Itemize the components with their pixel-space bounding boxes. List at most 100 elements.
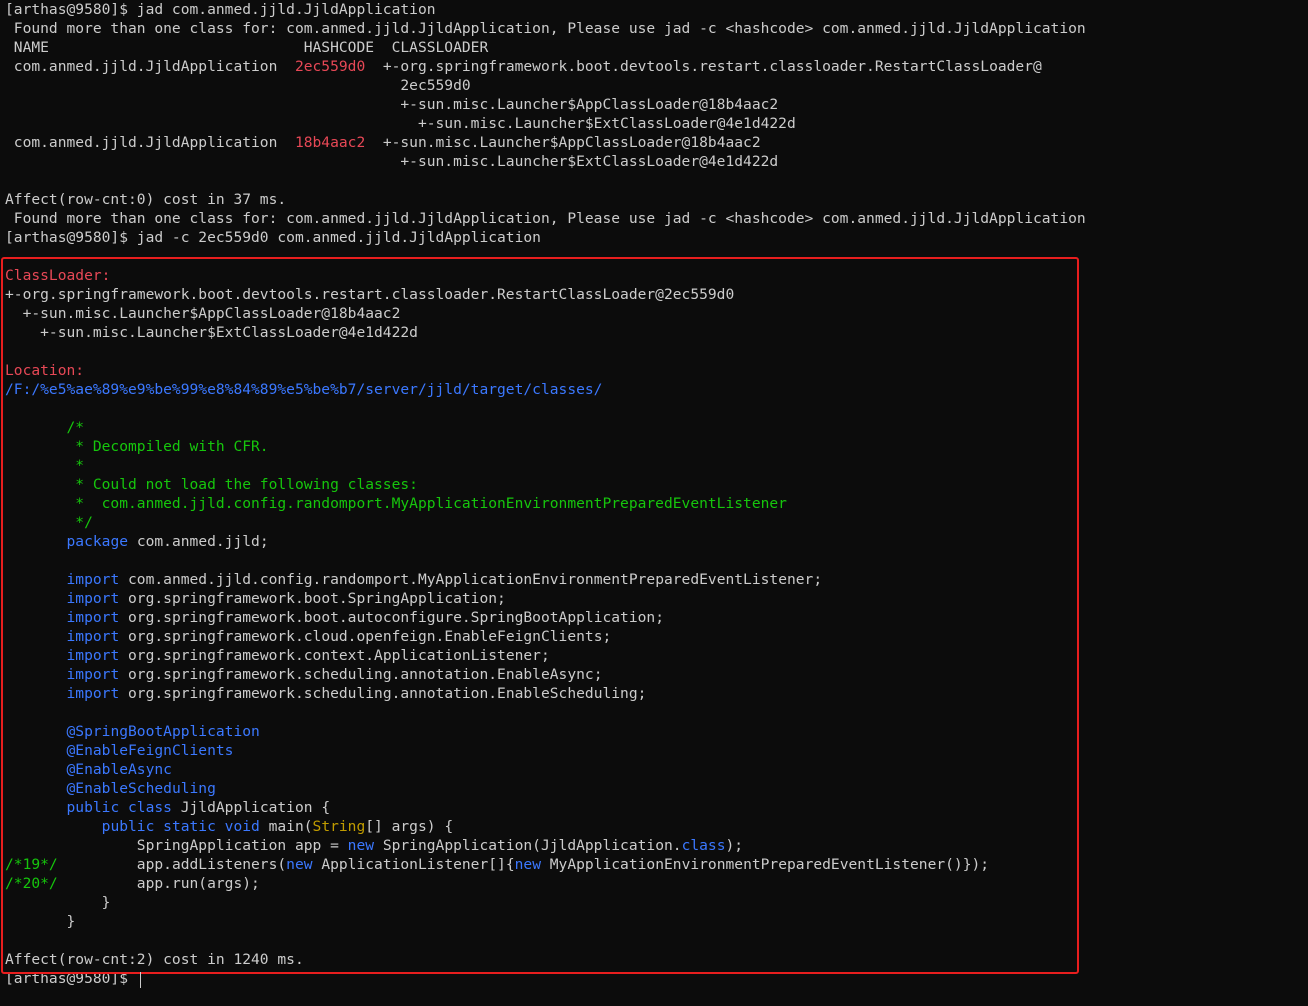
- terminal-text-segment: [arthas@9580]$ jad com.anmed.jjld.JjldAp…: [5, 1, 436, 18]
- terminal-line: Found more than one class for: com.anmed…: [5, 209, 1086, 228]
- terminal-text-segment: import: [66, 590, 120, 607]
- terminal-text-segment: main(: [259, 818, 313, 835]
- terminal-line: @EnableFeignClients: [5, 741, 234, 760]
- terminal-line: */: [5, 513, 93, 532]
- terminal-text-segment: org.springframework.boot.SpringApplicati…: [119, 590, 506, 607]
- terminal-text-segment: com.anmed.jjld.JjldApplication: [5, 58, 295, 75]
- terminal-line: Found more than one class for: com.anmed…: [5, 19, 1086, 38]
- terminal-text-segment: String: [312, 818, 366, 835]
- terminal-line: +-org.springframework.boot.devtools.rest…: [5, 285, 734, 304]
- terminal-line: com.anmed.jjld.JjldApplication 18b4aac2 …: [5, 133, 761, 152]
- terminal-line: @EnableAsync: [5, 760, 172, 779]
- terminal-window[interactable]: [arthas@9580]$ jad com.anmed.jjld.JjldAp…: [0, 0, 1308, 1006]
- terminal-line: com.anmed.jjld.JjldApplication 2ec559d0 …: [5, 57, 1042, 76]
- terminal-line: NAME HASHCODE CLASSLOADER: [5, 38, 488, 57]
- terminal-text-segment: class: [681, 837, 726, 854]
- terminal-text-segment: @SpringBootApplication: [66, 723, 260, 740]
- terminal-text-segment: /*: [5, 419, 85, 436]
- terminal-text-segment: org.springframework.cloud.openfeign.Enab…: [119, 628, 612, 645]
- terminal-line: import org.springframework.boot.autoconf…: [5, 608, 664, 627]
- terminal-line: +-sun.misc.Launcher$AppClassLoader@18b4a…: [5, 95, 778, 114]
- terminal-line: Affect(row-cnt:0) cost in 37 ms.: [5, 190, 286, 209]
- terminal-line: }: [5, 912, 76, 931]
- terminal-line: *: [5, 456, 84, 475]
- terminal-text-segment: +-sun.misc.Launcher$AppClassLoader@18b4a…: [5, 305, 401, 322]
- terminal-line: /*19*/ app.addListeners(new ApplicationL…: [5, 855, 989, 874]
- terminal-text-segment: new: [347, 837, 375, 854]
- terminal-text-segment: 2ec559d0: [5, 77, 471, 94]
- terminal-line: +-sun.misc.Launcher$ExtClassLoader@4e1d4…: [5, 114, 796, 133]
- terminal-text-segment: JjldApplication {: [171, 799, 331, 816]
- terminal-text-segment: }: [5, 894, 111, 911]
- terminal-text-segment: import: [66, 609, 120, 626]
- terminal-text-segment: Found more than one class for: com.anmed…: [5, 20, 1086, 37]
- terminal-text-segment: import: [66, 628, 120, 645]
- terminal-text-segment: import: [66, 666, 120, 683]
- text-cursor: [140, 972, 141, 988]
- terminal-text-segment: * com.anmed.jjld.config.randomport.MyApp…: [5, 495, 787, 512]
- terminal-line: [arthas@9580]$: [5, 969, 137, 988]
- terminal-text-segment: * Decompiled with CFR.: [5, 438, 269, 455]
- terminal-text-segment: *: [5, 457, 85, 474]
- terminal-line: * Decompiled with CFR.: [5, 437, 269, 456]
- terminal-text-segment: +-sun.misc.Launcher$ExtClassLoader@4e1d4…: [5, 153, 779, 170]
- terminal-line: 2ec559d0: [5, 76, 471, 95]
- terminal-text-segment: }: [5, 913, 76, 930]
- terminal-text-segment: org.springframework.boot.autoconfigure.S…: [119, 609, 664, 626]
- terminal-text-segment: Affect(row-cnt:0) cost in 37 ms.: [5, 191, 287, 208]
- terminal-line: @EnableScheduling: [5, 779, 216, 798]
- terminal-text-segment: /*19*/: [5, 856, 58, 873]
- terminal-line: * com.anmed.jjld.config.randomport.MyApp…: [5, 494, 787, 513]
- terminal-text-segment: app.run(args);: [57, 875, 260, 892]
- terminal-text-segment: import: [66, 685, 120, 702]
- terminal-text-segment: MyApplicationEnvironmentPreparedEventLis…: [540, 856, 990, 873]
- terminal-text-segment: org.springframework.scheduling.annotatio…: [119, 666, 603, 683]
- terminal-line: import org.springframework.context.Appli…: [5, 646, 550, 665]
- terminal-text-segment: com.anmed.jjld.config.randomport.MyAppli…: [119, 571, 823, 588]
- terminal-text-segment: public class: [66, 799, 172, 816]
- terminal-text-segment: Found more than one class for: com.anmed…: [5, 210, 1086, 227]
- terminal-text-segment: [arthas@9580]$: [5, 970, 137, 987]
- terminal-text-segment: org.springframework.context.ApplicationL…: [119, 647, 550, 664]
- terminal-line: +-sun.misc.Launcher$AppClassLoader@18b4a…: [5, 304, 401, 323]
- terminal-line: import org.springframework.scheduling.an…: [5, 665, 603, 684]
- terminal-line: Affect(row-cnt:2) cost in 1240 ms.: [5, 950, 304, 969]
- terminal-text-segment: app.addListeners(: [57, 856, 287, 873]
- terminal-text-segment: [] args) {: [365, 818, 454, 835]
- terminal-line: [arthas@9580]$ jad com.anmed.jjld.JjldAp…: [5, 0, 436, 19]
- terminal-text-segment: @EnableScheduling: [66, 780, 216, 797]
- terminal-text-segment: +-sun.misc.Launcher$ExtClassLoader@4e1d4…: [5, 115, 796, 132]
- terminal-text-segment: +-org.springframework.boot.devtools.rest…: [5, 286, 735, 303]
- terminal-text-segment: @EnableAsync: [66, 761, 172, 778]
- terminal-text-segment: +-org.springframework.boot.devtools.rest…: [365, 58, 1042, 75]
- terminal-line: Location:: [5, 361, 84, 380]
- terminal-text-segment: 18b4aac2: [294, 134, 366, 151]
- terminal-text-segment: import: [66, 571, 120, 588]
- terminal-text-segment: public static void: [101, 818, 260, 835]
- terminal-line: SpringApplication app = new SpringApplic…: [5, 836, 743, 855]
- terminal-text-segment: +-sun.misc.Launcher$ExtClassLoader@4e1d4…: [5, 324, 418, 341]
- terminal-text-segment: Location:: [5, 362, 85, 379]
- terminal-line: +-sun.misc.Launcher$ExtClassLoader@4e1d4…: [5, 323, 418, 342]
- terminal-line: ClassLoader:: [5, 266, 110, 285]
- terminal-line: import org.springframework.cloud.openfei…: [5, 627, 612, 646]
- terminal-text-segment: ClassLoader:: [5, 267, 111, 284]
- terminal-line: * Could not load the following classes:: [5, 475, 418, 494]
- terminal-text-segment: new: [514, 856, 541, 873]
- terminal-line: }: [5, 893, 111, 912]
- terminal-text-segment: com.anmed.jjld.JjldApplication: [5, 134, 295, 151]
- terminal-text-segment: [arthas@9580]$ jad -c 2ec559d0 com.anmed…: [5, 229, 541, 246]
- terminal-line: import com.anmed.jjld.config.randomport.…: [5, 570, 823, 589]
- terminal-text-segment: +-sun.misc.Launcher$AppClassLoader@18b4a…: [365, 134, 761, 151]
